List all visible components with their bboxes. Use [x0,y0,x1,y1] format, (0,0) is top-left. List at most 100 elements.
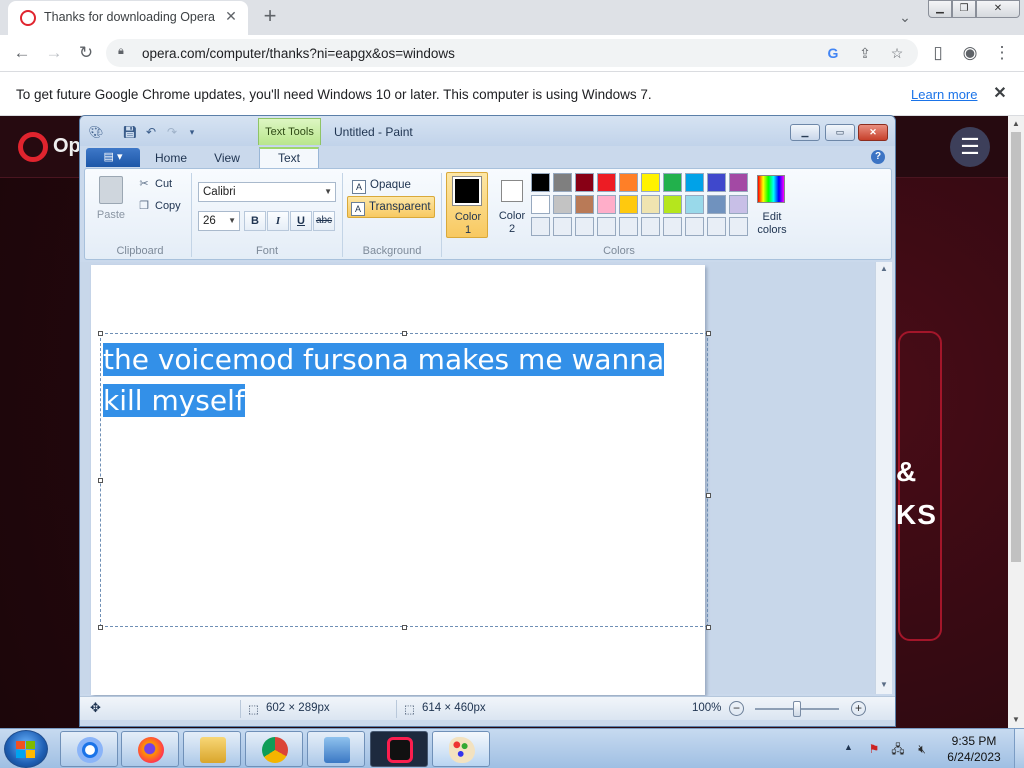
forward-arrow-icon[interactable]: → [40,39,68,67]
help-icon[interactable]: ? [871,150,885,164]
italic-button[interactable]: I [267,211,289,231]
reload-icon[interactable]: ↻ [72,39,100,67]
palette-color-swatch[interactable] [531,195,550,214]
scroll-down-arrow-icon[interactable]: ▼ [1008,712,1024,728]
palette-color-swatch[interactable] [619,173,638,192]
url-text[interactable]: opera.com/computer/thanks?ni=eapgx&os=wi… [142,46,455,61]
tab-close-icon[interactable]: ✕ [222,7,240,25]
lock-icon[interactable]: 🔒︎ [118,45,132,59]
palette-color-swatch[interactable] [729,217,748,236]
edit-colors-button[interactable]: Edit colors [755,173,789,237]
resize-handle[interactable] [98,478,103,483]
volume-muted-icon[interactable]: 🔇︎ [914,741,930,757]
font-family-select[interactable]: Calibri ▼ [198,182,336,202]
tab-search-chevron-icon[interactable]: ⌄ [894,6,916,28]
google-lens-icon[interactable]: G [822,42,844,64]
cut-button[interactable]: ✂ Cut [137,175,172,193]
palette-color-swatch[interactable] [685,217,704,236]
zoom-in-button[interactable]: + [851,701,866,716]
taskbar-firefox[interactable] [121,731,179,767]
palette-color-swatch[interactable] [597,195,616,214]
paste-button[interactable]: Paste [91,173,131,229]
start-button[interactable] [4,730,48,768]
taskbar-clock[interactable]: 9:35 PM 6/24/2023 [934,733,1014,765]
show-hidden-icons-icon[interactable]: ▲ [844,742,853,752]
palette-color-swatch[interactable] [707,173,726,192]
new-tab-button[interactable]: + [258,5,282,29]
share-icon[interactable]: ⇪ [854,42,876,64]
profile-avatar-icon[interactable]: ◉ [956,39,984,67]
taskbar-control-panel[interactable] [307,731,365,767]
taskbar-chrome-beta[interactable] [60,731,118,767]
palette-color-swatch[interactable] [575,217,594,236]
chrome-menu-icon[interactable]: ⋮ [988,39,1016,67]
palette-color-swatch[interactable] [729,173,748,192]
back-arrow-icon[interactable]: ← [8,39,36,67]
scrollbar-thumb[interactable] [1011,132,1021,562]
network-icon[interactable]: 🖧︎ [890,741,906,757]
paint-minimize-button[interactable]: ▁ [790,124,820,141]
palette-color-swatch[interactable] [663,173,682,192]
paint-maximize-button[interactable]: ▭ [825,124,855,141]
action-center-flag-icon[interactable]: ⚑ [866,741,882,757]
palette-color-swatch[interactable] [531,173,550,192]
palette-color-swatch[interactable] [619,217,638,236]
resize-handle[interactable] [706,493,711,498]
palette-color-swatch[interactable] [597,217,616,236]
opera-logo-text[interactable]: Op [53,135,81,158]
palette-color-swatch[interactable] [663,217,682,236]
palette-color-swatch[interactable] [553,217,572,236]
address-bar[interactable]: 🔒︎ opera.com/computer/thanks?ni=eapgx&os… [106,39,918,67]
canvas-scrollbar[interactable]: ▲ ▼ [875,262,892,694]
color1-button[interactable]: Color 1 [446,172,488,238]
customize-toolbar-icon[interactable]: ▾ [184,124,200,140]
redo-icon[interactable]: ↷ [164,124,180,140]
palette-color-swatch[interactable] [707,195,726,214]
show-desktop-button[interactable] [1014,729,1024,768]
resize-handle[interactable] [706,625,711,630]
palette-color-swatch[interactable] [641,217,660,236]
bold-button[interactable]: B [244,211,266,231]
window-minimize-button[interactable]: ▁ [928,0,952,18]
palette-color-swatch[interactable] [663,195,682,214]
window-restore-button[interactable]: ❐ [952,0,976,18]
resize-handle[interactable] [706,331,711,336]
scroll-down-arrow-icon[interactable]: ▼ [876,680,892,689]
resize-handle[interactable] [402,625,407,630]
selected-text[interactable]: the voicemod fursona makes me wanna kill… [103,339,693,421]
palette-color-swatch[interactable] [575,195,594,214]
resize-handle[interactable] [98,625,103,630]
palette-color-swatch[interactable] [641,173,660,192]
font-size-select[interactable]: 26 ▼ [198,211,240,231]
palette-color-swatch[interactable] [729,195,748,214]
hamburger-menu-icon[interactable]: ☰ [950,127,990,167]
scroll-up-arrow-icon[interactable]: ▲ [876,264,892,273]
strikethrough-button[interactable]: abc [313,211,335,231]
palette-color-swatch[interactable] [707,217,726,236]
zoom-slider-thumb[interactable] [793,701,801,717]
palette-color-swatch[interactable] [641,195,660,214]
palette-color-swatch[interactable] [685,173,704,192]
palette-color-swatch[interactable] [553,173,572,192]
copy-button[interactable]: ❐ Copy [137,197,181,215]
taskbar-opera-gx[interactable] [370,731,428,767]
zoom-out-button[interactable]: − [729,701,744,716]
opera-logo-icon[interactable] [18,132,48,162]
infobar-close-icon[interactable]: ✕ [990,83,1010,103]
paint-close-button[interactable]: ✕ [858,124,888,141]
palette-color-swatch[interactable] [553,195,572,214]
taskbar-chrome[interactable] [245,731,303,767]
learn-more-link[interactable]: Learn more [911,87,977,102]
bookmark-star-icon[interactable]: ☆ [886,42,908,64]
color2-button[interactable]: Color 2 [491,172,533,238]
window-close-button[interactable]: ✕ [976,0,1020,18]
paint-app-icon[interactable]: 🎨︎ [88,124,104,140]
side-panel-icon[interactable]: ▯ [924,39,952,67]
palette-color-swatch[interactable] [619,195,638,214]
taskbar-explorer[interactable] [183,731,241,767]
underline-button[interactable]: U [290,211,312,231]
browser-tab[interactable]: Thanks for downloading Opera ✕ [8,1,248,35]
tab-text[interactable]: Text [259,147,319,169]
tab-view[interactable]: View [202,149,252,168]
palette-color-swatch[interactable] [685,195,704,214]
